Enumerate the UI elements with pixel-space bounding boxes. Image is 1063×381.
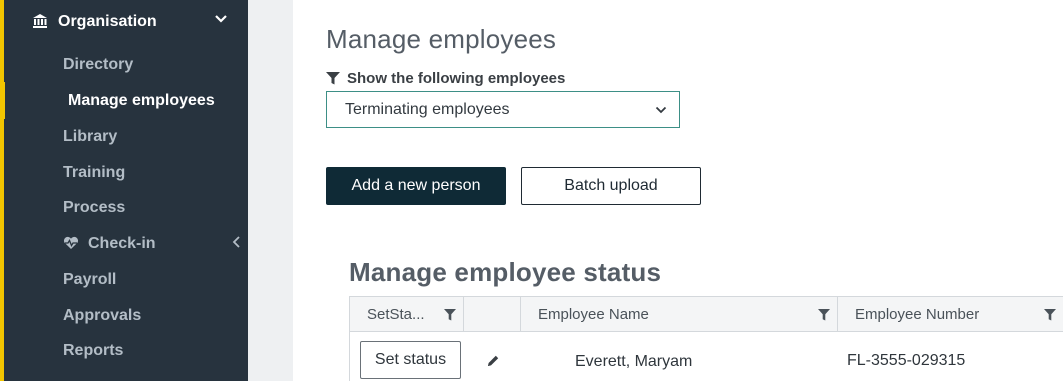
section-title: Manage employee status bbox=[349, 257, 662, 287]
batch-upload-button[interactable]: Batch upload bbox=[521, 167, 701, 205]
column-header-edit bbox=[464, 297, 521, 332]
sidebar-section-organisation[interactable]: Organisation bbox=[4, 0, 248, 44]
pencil-icon[interactable] bbox=[486, 354, 500, 368]
set-status-button[interactable]: Set status bbox=[360, 341, 461, 379]
table-header: SetSta... Employee Name Employee Number bbox=[350, 297, 1063, 332]
page-title: Manage employees bbox=[326, 24, 557, 54]
content-gutter bbox=[248, 0, 293, 381]
column-header-employee-name[interactable]: Employee Name bbox=[521, 297, 838, 332]
sidebar-item-process[interactable]: Process bbox=[63, 199, 125, 217]
column-header-setstatus[interactable]: SetSta... bbox=[350, 297, 464, 332]
sidebar-item-check-in[interactable]: Check-in bbox=[88, 235, 156, 253]
sidebar-item-approvals[interactable]: Approvals bbox=[63, 307, 141, 325]
active-indicator bbox=[0, 82, 5, 119]
employee-status-table: SetSta... Employee Name Employee Number bbox=[349, 296, 1063, 381]
add-new-person-button[interactable]: Add a new person bbox=[326, 167, 506, 205]
filter-icon[interactable] bbox=[818, 309, 830, 321]
bank-icon bbox=[33, 14, 47, 28]
filter-icon bbox=[326, 72, 340, 85]
sidebar-item-library[interactable]: Library bbox=[63, 128, 117, 146]
filter-icon[interactable] bbox=[1044, 309, 1056, 321]
sidebar-item-payroll[interactable]: Payroll bbox=[63, 271, 116, 289]
chevron-down-icon[interactable] bbox=[214, 12, 228, 26]
chevron-left-icon[interactable] bbox=[232, 236, 242, 248]
sidebar-item-directory[interactable]: Directory bbox=[63, 56, 133, 74]
employee-filter-select[interactable]: Terminating employees bbox=[326, 91, 680, 128]
sidebar: Organisation Directory Manage employees … bbox=[0, 0, 248, 381]
sidebar-section-label: Organisation bbox=[58, 13, 157, 30]
filter-icon[interactable] bbox=[444, 309, 456, 321]
sidebar-item-reports[interactable]: Reports bbox=[63, 342, 123, 360]
app-root: Organisation Directory Manage employees … bbox=[0, 0, 1063, 381]
sidebar-item-manage-employees[interactable]: Manage employees bbox=[68, 92, 215, 110]
filter-label-text: Show the following employees bbox=[347, 70, 566, 87]
employee-name-cell: Everett, Maryam bbox=[575, 353, 693, 370]
heartbeat-icon bbox=[63, 236, 79, 249]
column-header-employee-number[interactable]: Employee Number bbox=[838, 297, 1063, 332]
sidebar-item-training[interactable]: Training bbox=[63, 164, 125, 182]
table-row: Set status Everett, Maryam FL-3555-02931… bbox=[350, 332, 1063, 381]
employee-filter-value: Terminating employees bbox=[345, 101, 510, 118]
filter-label: Show the following employees bbox=[326, 70, 565, 87]
employee-number-cell: FL-3555-029315 bbox=[847, 352, 966, 369]
chevron-down-icon bbox=[655, 106, 667, 114]
